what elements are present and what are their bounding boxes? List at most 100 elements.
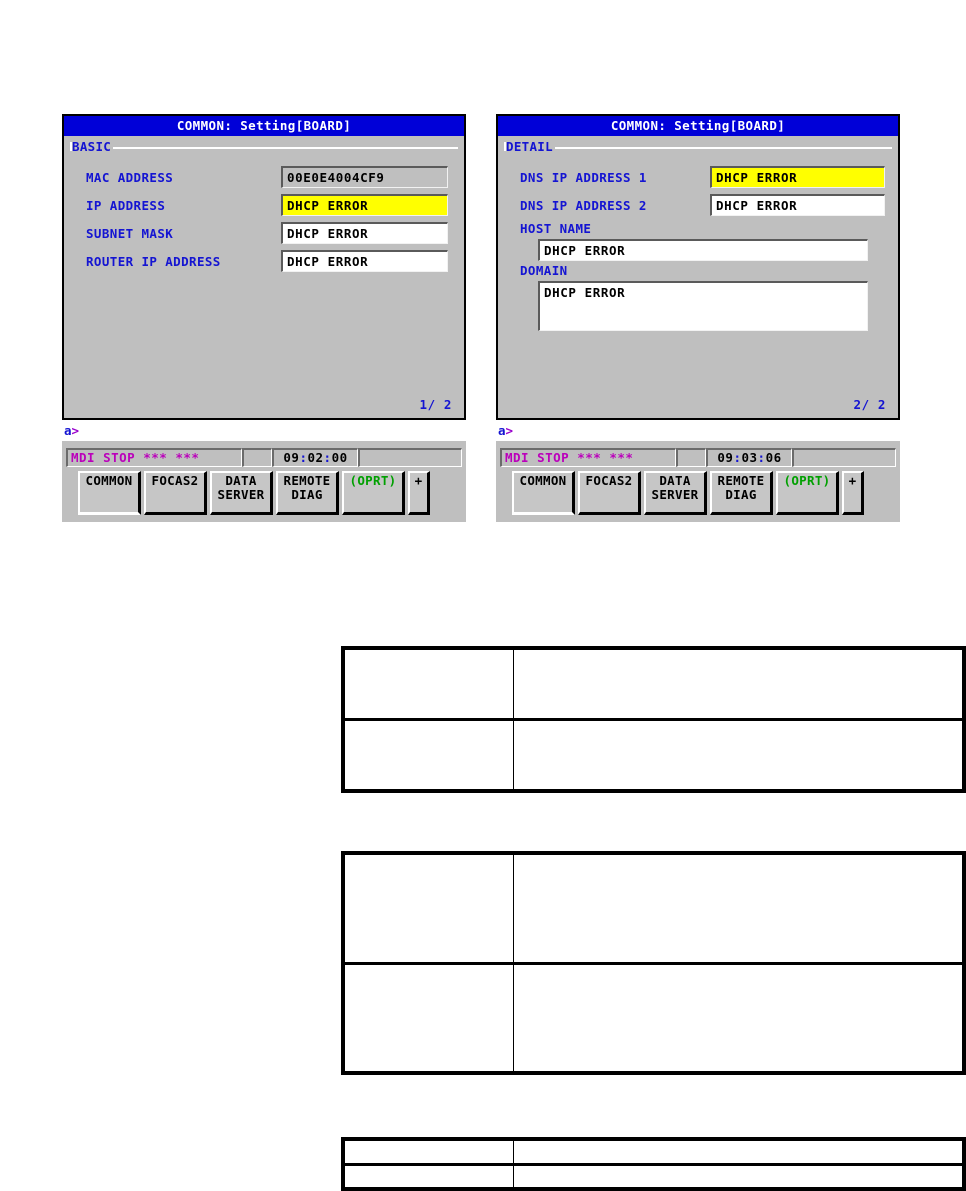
- softkey-next-page[interactable]: +: [408, 471, 430, 515]
- command-prompt-basic[interactable]: a>: [62, 420, 466, 441]
- field-label-mac-address: MAC ADDRESS: [86, 169, 174, 185]
- softkey-data-server[interactable]: DATA SERVER: [644, 471, 707, 515]
- field-list-basic: MAC ADDRESS 00E0E4004CF9 IP ADDRESS DHCP…: [64, 155, 464, 275]
- clock-minutes: 02: [307, 450, 324, 465]
- group-header-detail: DETAIL: [498, 136, 898, 155]
- table-row: [344, 649, 963, 721]
- softkey-remote-diag[interactable]: REMOTE DIAG: [710, 471, 773, 515]
- group-label-detail: DETAIL: [506, 139, 553, 154]
- field-row-dns-ip-address-2: DNS IP ADDRESS 2 DHCP ERROR: [508, 191, 888, 219]
- field-label-host-name: HOST NAME: [520, 221, 592, 236]
- table-cell: [513, 649, 963, 721]
- cnc-screen-detail: COMMON: Setting[BOARD] DETAIL DNS IP ADD…: [496, 114, 900, 522]
- field-label-dns-ip-address-1: DNS IP ADDRESS 1: [520, 169, 647, 185]
- group-header-basic: BASIC: [64, 136, 464, 155]
- softkey-oprt[interactable]: (OPRT): [776, 471, 839, 515]
- softkey-focas2[interactable]: FOCAS2: [144, 471, 207, 515]
- doc-table-3: [341, 1137, 966, 1191]
- field-row-mac-address: MAC ADDRESS 00E0E4004CF9: [74, 163, 454, 191]
- status-bar-detail: MDI STOP *** *** 09:03:06: [500, 448, 896, 467]
- table-cell: [344, 1163, 514, 1188]
- softkey-remote-diag[interactable]: REMOTE DIAG: [276, 471, 339, 515]
- field-label-dns-ip-address-2: DNS IP ADDRESS 2: [520, 197, 647, 213]
- table-cell: [344, 962, 514, 1072]
- softkey-data-server[interactable]: DATA SERVER: [210, 471, 273, 515]
- prompt-caret-icon: >: [71, 423, 80, 438]
- cnc-screen-basic: COMMON: Setting[BOARD] BASIC MAC ADDRESS…: [62, 114, 466, 522]
- table-row: [344, 962, 963, 1072]
- status-mode-basic: MDI STOP *** ***: [66, 448, 242, 467]
- prompt-text: a: [498, 423, 506, 438]
- doc-table-1: [341, 646, 966, 793]
- status-trailing-cell: [358, 448, 462, 467]
- status-spacer: [676, 448, 706, 467]
- field-label-domain: DOMAIN: [520, 263, 568, 278]
- softkey-common[interactable]: COMMON: [512, 471, 575, 515]
- command-prompt-detail[interactable]: a>: [496, 420, 900, 441]
- doc-table-2: [341, 851, 966, 1075]
- table-cell: [513, 719, 963, 790]
- table-row: [344, 1140, 963, 1166]
- softkey-common[interactable]: COMMON: [78, 471, 141, 515]
- status-area-detail: MDI STOP *** *** 09:03:06: [496, 441, 900, 467]
- field-value-mac-address: 00E0E4004CF9: [281, 166, 448, 188]
- field-label-subnet-mask: SUBNET MASK: [86, 225, 174, 241]
- table-cell: [344, 719, 514, 790]
- screen-title-basic: COMMON: Setting[BOARD]: [64, 116, 464, 136]
- field-value-ip-address[interactable]: DHCP ERROR: [281, 194, 448, 216]
- field-list-detail: DNS IP ADDRESS 1 DHCP ERROR DNS IP ADDRE…: [498, 155, 898, 331]
- softkey-oprt[interactable]: (OPRT): [342, 471, 405, 515]
- screen-body-detail: DETAIL DNS IP ADDRESS 1 DHCP ERROR DNS I…: [498, 136, 898, 418]
- field-value-dns-ip-address-2[interactable]: DHCP ERROR: [710, 194, 885, 216]
- screen-title-detail: COMMON: Setting[BOARD]: [498, 116, 898, 136]
- field-row-dns-ip-address-1: DNS IP ADDRESS 1 DHCP ERROR: [508, 163, 888, 191]
- status-trailing-cell: [792, 448, 896, 467]
- status-bar-basic: MDI STOP *** *** 09:02:00: [66, 448, 462, 467]
- status-clock-detail: 09:03:06: [706, 448, 792, 467]
- softkey-focas2[interactable]: FOCAS2: [578, 471, 641, 515]
- clock-seconds: 06: [765, 450, 782, 465]
- prompt-text: a: [64, 423, 72, 438]
- table-cell: [513, 1140, 963, 1166]
- softkey-bar-basic: COMMON FOCAS2 DATA SERVER REMOTE DIAG (O…: [62, 467, 466, 522]
- clock-colon-icon: :: [323, 450, 332, 465]
- field-value-host-name[interactable]: DHCP ERROR: [538, 239, 868, 261]
- group-rule: [554, 147, 892, 149]
- table-row: [344, 1163, 963, 1188]
- page-indicator-detail: 2/ 2: [853, 397, 886, 412]
- status-clock-basic: 09:02:00: [272, 448, 358, 467]
- table-cell: [344, 854, 514, 965]
- table-cell: [344, 649, 514, 721]
- page-indicator-basic: 1/ 2: [419, 397, 452, 412]
- status-spacer: [242, 448, 272, 467]
- softkey-bar-detail: COMMON FOCAS2 DATA SERVER REMOTE DIAG (O…: [496, 467, 900, 522]
- field-value-router-ip-address[interactable]: DHCP ERROR: [281, 250, 448, 272]
- table-cell: [513, 1163, 963, 1188]
- softkey-next-page[interactable]: +: [842, 471, 864, 515]
- field-value-dns-ip-address-1[interactable]: DHCP ERROR: [710, 166, 885, 188]
- field-value-domain[interactable]: DHCP ERROR: [538, 281, 868, 331]
- field-label-router-ip-address: ROUTER IP ADDRESS: [86, 253, 221, 269]
- screen-frame-detail: COMMON: Setting[BOARD] DETAIL DNS IP ADD…: [496, 114, 900, 420]
- status-mode-detail: MDI STOP *** ***: [500, 448, 676, 467]
- screen-frame-basic: COMMON: Setting[BOARD] BASIC MAC ADDRESS…: [62, 114, 466, 420]
- clock-minutes: 03: [741, 450, 758, 465]
- field-row-ip-address: IP ADDRESS DHCP ERROR: [74, 191, 454, 219]
- table-cell: [344, 1140, 514, 1166]
- prompt-caret-icon: >: [505, 423, 514, 438]
- clock-seconds: 00: [331, 450, 348, 465]
- clock-hours: 09: [283, 450, 300, 465]
- field-row-subnet-mask: SUBNET MASK DHCP ERROR: [74, 219, 454, 247]
- field-row-router-ip-address: ROUTER IP ADDRESS DHCP ERROR: [74, 247, 454, 275]
- field-value-subnet-mask[interactable]: DHCP ERROR: [281, 222, 448, 244]
- screen-body-basic: BASIC MAC ADDRESS 00E0E4004CF9 IP ADDRES…: [64, 136, 464, 418]
- status-area-basic: MDI STOP *** *** 09:02:00: [62, 441, 466, 467]
- table-cell: [513, 962, 963, 1072]
- table-row: [344, 854, 963, 965]
- clock-colon-icon: :: [757, 450, 766, 465]
- table-cell: [513, 854, 963, 965]
- clock-hours: 09: [717, 450, 734, 465]
- table-row: [344, 719, 963, 790]
- group-rule: [113, 147, 458, 149]
- field-label-ip-address: IP ADDRESS: [86, 197, 166, 213]
